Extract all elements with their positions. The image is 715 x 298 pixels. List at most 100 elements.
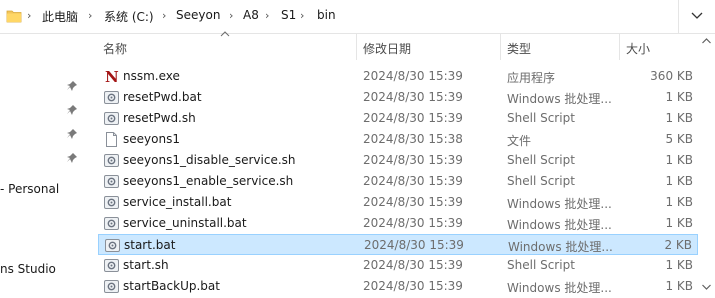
svg-text:N: N — [105, 69, 119, 84]
file-type: Windows 批处理... — [508, 240, 613, 254]
file-name: resetPwd.bat — [123, 90, 202, 104]
address-dropdown-button[interactable] — [678, 0, 715, 33]
chevron-down-icon — [691, 12, 703, 19]
navigation-pane: - Personal ns Studio — [0, 34, 95, 298]
breadcrumb-seeyon[interactable]: Seeyon — [176, 8, 220, 22]
file-row[interactable]: N nssm.exe 2024/8/30 15:39 应用程序 360 KB — [98, 66, 698, 87]
shell-script-icon — [104, 111, 119, 126]
shell-script-icon — [104, 258, 119, 273]
scroll-up-icon[interactable] — [702, 38, 711, 44]
breadcrumb-a8[interactable]: A8 — [243, 8, 259, 22]
file-size: 1 KB — [665, 90, 693, 104]
file-type: 应用程序 — [507, 71, 556, 85]
file-date: 2024/8/30 15:39 — [363, 111, 463, 125]
scroll-down-icon[interactable] — [702, 284, 711, 290]
nav-item-studio[interactable]: ns Studio — [0, 262, 56, 276]
file-icon — [104, 132, 119, 147]
file-date: 2024/8/30 15:39 — [363, 216, 463, 230]
file-type: Windows 批处理... — [507, 197, 612, 211]
pin-icon[interactable] — [66, 80, 78, 92]
file-date: 2024/8/30 15:39 — [363, 153, 463, 167]
file-date: 2024/8/30 15:39 — [363, 258, 463, 272]
batch-file-icon — [104, 90, 119, 105]
file-size: 1 KB — [665, 258, 693, 272]
file-row[interactable]: seeyons1 2024/8/30 15:38 文件 5 KB — [98, 129, 698, 150]
file-name: service_uninstall.bat — [123, 216, 247, 230]
file-type: Shell Script — [507, 258, 575, 272]
file-name: start.sh — [123, 258, 169, 272]
column-header-size[interactable]: 大小 — [626, 40, 650, 57]
file-size: 1 KB — [665, 174, 693, 188]
breadcrumb-drive-c[interactable]: 系统 (C:) — [104, 8, 154, 25]
file-name: seeyons1 — [123, 132, 180, 146]
breadcrumb-s1[interactable]: S1 — [281, 8, 296, 22]
breadcrumb-separator-icon: › — [265, 9, 270, 22]
file-name: seeyons1_disable_service.sh — [123, 153, 296, 167]
file-date: 2024/8/30 15:39 — [363, 69, 463, 83]
file-row[interactable]: seeyons1_disable_service.sh 2024/8/30 15… — [98, 150, 698, 171]
column-divider[interactable] — [619, 33, 620, 60]
breadcrumb-separator-icon: › — [88, 9, 93, 22]
file-name: resetPwd.sh — [123, 111, 196, 125]
file-date: 2024/8/30 15:39 — [363, 90, 463, 104]
pin-icon[interactable] — [66, 152, 78, 164]
file-row[interactable]: startBackUp.bat 2024/8/30 15:39 Windows … — [98, 276, 698, 297]
file-size: 1 KB — [665, 111, 693, 125]
file-row[interactable]: service_uninstall.bat 2024/8/30 15:39 Wi… — [98, 213, 698, 234]
file-date: 2024/8/30 15:38 — [363, 132, 463, 146]
file-type: Windows 批处理... — [507, 281, 612, 295]
file-type: Windows 批处理... — [507, 92, 612, 106]
shell-script-icon — [104, 153, 119, 168]
file-size: 1 KB — [665, 216, 693, 230]
vertical-scrollbar[interactable] — [698, 34, 715, 298]
breadcrumb-separator-icon: › — [27, 9, 32, 22]
pin-icon[interactable] — [66, 104, 78, 116]
file-name: seeyons1_enable_service.sh — [123, 174, 294, 188]
file-type: 文件 — [507, 134, 532, 148]
file-date: 2024/8/30 15:39 — [363, 279, 463, 293]
shell-script-icon — [104, 174, 119, 189]
nssm-exe-icon: N — [104, 68, 119, 86]
column-header-date[interactable]: 修改日期 — [363, 40, 411, 57]
file-row[interactable]: service_install.bat 2024/8/30 15:39 Wind… — [98, 192, 698, 213]
file-name: nssm.exe — [123, 69, 180, 83]
batch-file-icon — [104, 279, 119, 294]
batch-file-icon — [105, 238, 120, 253]
file-date: 2024/8/30 15:39 — [363, 195, 463, 209]
file-size: 1 KB — [665, 153, 693, 167]
nav-item-personal[interactable]: - Personal — [0, 182, 59, 196]
column-header-type[interactable]: 类型 — [507, 40, 531, 57]
breadcrumb-separator-icon: › — [229, 9, 234, 22]
breadcrumb-separator-icon: › — [300, 9, 305, 22]
column-divider[interactable] — [500, 33, 501, 60]
file-type: Shell Script — [507, 111, 575, 125]
file-size: 1 KB — [665, 195, 693, 209]
batch-file-icon — [104, 195, 119, 210]
file-row[interactable]: resetPwd.sh 2024/8/30 15:39 Shell Script… — [98, 108, 698, 129]
breadcrumb-this-pc[interactable]: 此电脑 — [42, 8, 78, 25]
breadcrumb-bin[interactable]: bin — [317, 8, 336, 22]
file-date: 2024/8/30 15:39 — [364, 238, 464, 252]
file-type: Shell Script — [507, 174, 575, 188]
file-type: Shell Script — [507, 153, 575, 167]
file-date: 2024/8/30 15:39 — [363, 174, 463, 188]
sort-ascending-icon — [220, 31, 230, 37]
file-name: start.bat — [124, 238, 176, 252]
file-name: service_install.bat — [123, 195, 232, 209]
file-row[interactable]: start.sh 2024/8/30 15:39 Shell Script 1 … — [98, 255, 698, 276]
batch-file-icon — [104, 216, 119, 231]
column-divider[interactable] — [356, 33, 357, 60]
file-name: startBackUp.bat — [123, 279, 220, 293]
file-size: 1 KB — [665, 279, 693, 293]
address-bar[interactable]: › 此电脑 › 系统 (C:) › Seeyon › A8 › S1 › bin — [0, 0, 715, 34]
file-type: Windows 批处理... — [507, 218, 612, 232]
file-size: 360 KB — [650, 69, 693, 83]
file-row[interactable]: resetPwd.bat 2024/8/30 15:39 Windows 批处理… — [98, 87, 698, 108]
file-row[interactable]: seeyons1_enable_service.sh 2024/8/30 15:… — [98, 171, 698, 192]
file-size: 2 KB — [664, 238, 692, 252]
pin-icon[interactable] — [66, 128, 78, 140]
breadcrumb-separator-icon: › — [162, 9, 167, 22]
file-size: 5 KB — [665, 132, 693, 146]
column-header-name[interactable]: 名称 — [103, 40, 127, 57]
file-row-selected[interactable]: start.bat 2024/8/30 15:39 Windows 批处理...… — [98, 234, 698, 255]
